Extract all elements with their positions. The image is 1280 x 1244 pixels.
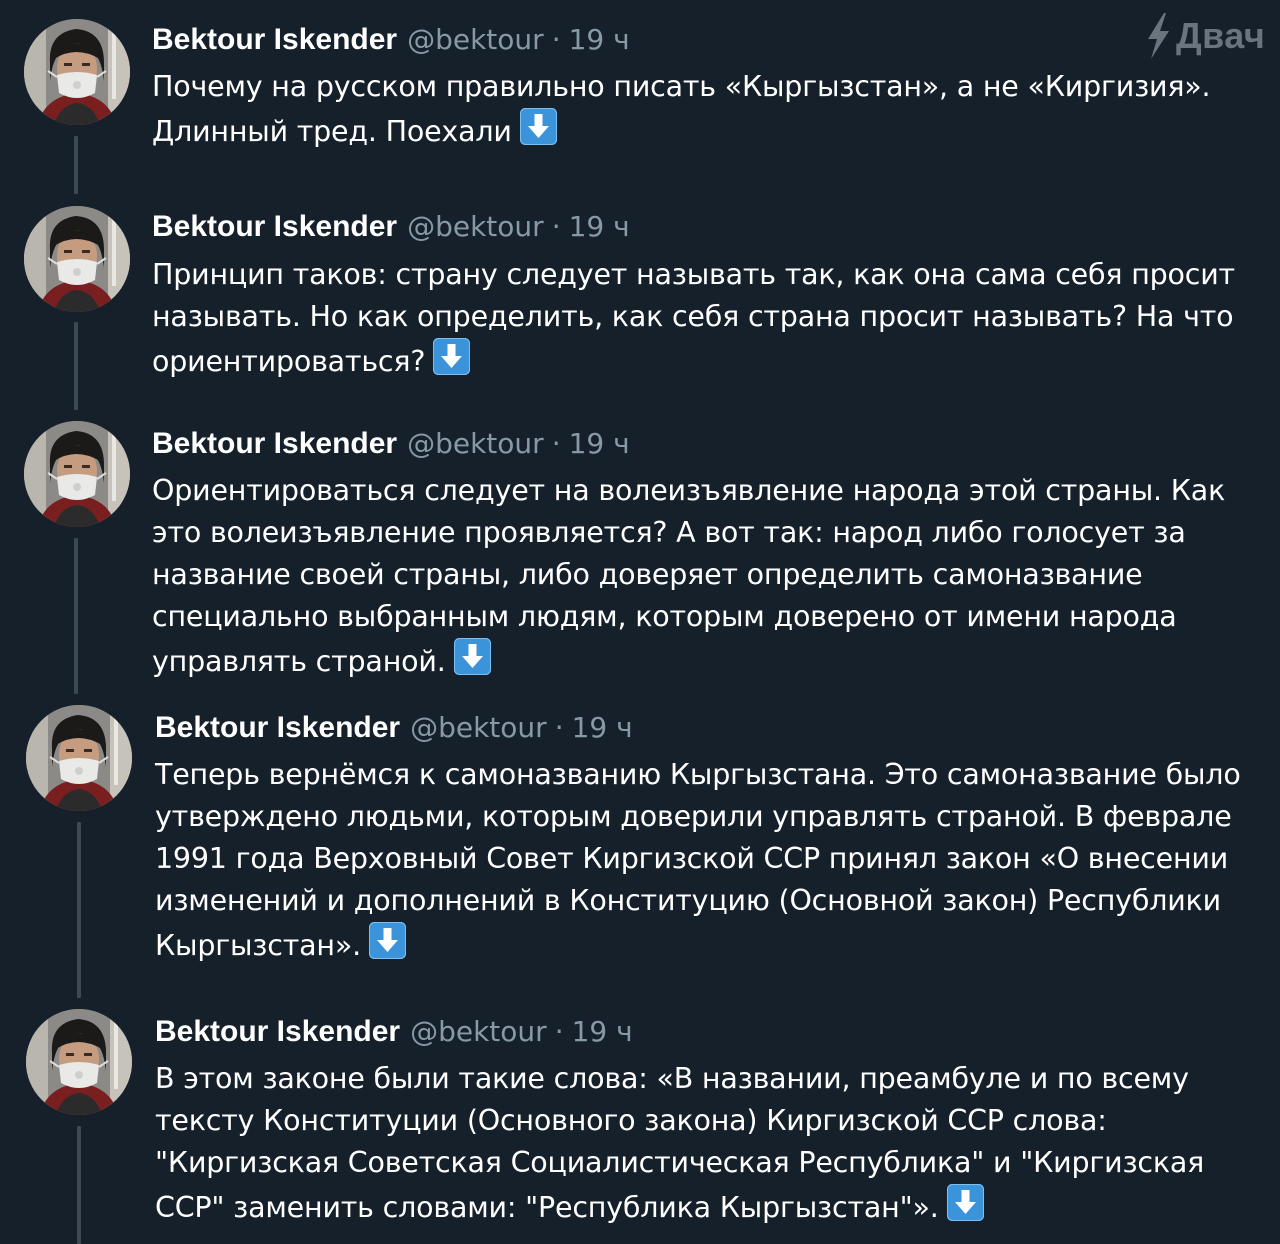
avatar-image	[24, 19, 130, 125]
tweet-time[interactable]: 19 ч	[572, 711, 633, 744]
tweet-text-content: Ориентироваться следует на волеизъявлени…	[152, 474, 1226, 678]
avatar[interactable]	[24, 421, 130, 527]
avatar[interactable]	[26, 705, 132, 811]
tweet-text-content: В этом законе были такие слова: «В назва…	[155, 1062, 1205, 1224]
tweet-text-content: Теперь вернёмся к самоназванию Кыргызста…	[155, 758, 1241, 962]
tweet-text: Почему на русском правильно писать «Кырг…	[152, 66, 1262, 153]
author-handle[interactable]: @bektour	[410, 1015, 547, 1048]
separator-dot: ·	[554, 711, 564, 744]
tweet-text: Теперь вернёмся к самоназванию Кыргызста…	[155, 754, 1265, 967]
author-handle[interactable]: @bektour	[410, 711, 547, 744]
avatar[interactable]	[24, 19, 130, 125]
tweet-text: Ориентироваться следует на волеизъявлени…	[152, 470, 1262, 683]
author-name[interactable]: Bektour Iskender	[155, 711, 400, 744]
tweet-header: Bektour Iskender @bektour · 19 ч	[155, 708, 633, 748]
separator-dot: ·	[554, 1015, 564, 1048]
author-name[interactable]: Bektour Iskender	[152, 427, 397, 460]
author-handle[interactable]: @bektour	[407, 427, 544, 460]
separator-dot: ·	[551, 427, 561, 460]
author-handle[interactable]: @bektour	[407, 23, 544, 56]
thread-line	[74, 136, 78, 194]
separator-dot: ·	[551, 23, 561, 56]
avatar-image	[24, 421, 130, 527]
thread-line	[74, 322, 78, 410]
arrow-down-emoji-icon	[520, 108, 557, 145]
avatar[interactable]	[26, 1009, 132, 1115]
tweet-time[interactable]: 19 ч	[572, 1015, 633, 1048]
author-name[interactable]: Bektour Iskender	[155, 1015, 400, 1048]
tweet-time[interactable]: 19 ч	[569, 210, 630, 243]
avatar[interactable]	[24, 206, 130, 312]
tweet-text-content: Принцип таков: страну следует называть т…	[152, 258, 1235, 378]
tweet-text: Принцип таков: страну следует называть т…	[152, 254, 1262, 383]
arrow-down-emoji-icon	[454, 638, 491, 675]
author-handle[interactable]: @bektour	[407, 210, 544, 243]
lightning-icon	[1148, 13, 1169, 59]
watermark-label: Двач	[1176, 15, 1266, 56]
tweet-text-content: Почему на русском правильно писать «Кырг…	[152, 70, 1211, 148]
tweet-header: Bektour Iskender @bektour · 19 ч	[152, 424, 630, 464]
arrow-down-emoji-icon	[369, 922, 406, 959]
tweet-header: Bektour Iskender @bektour · 19 ч	[152, 207, 630, 247]
author-name[interactable]: Bektour Iskender	[152, 23, 397, 56]
dvach-watermark: Двач	[1142, 10, 1274, 62]
thread-line	[77, 1126, 81, 1244]
tweet-time[interactable]: 19 ч	[569, 23, 630, 56]
arrow-down-emoji-icon	[433, 338, 470, 375]
tweet-text: В этом законе были такие слова: «В назва…	[155, 1058, 1235, 1229]
tweet-header: Bektour Iskender @bektour · 19 ч	[155, 1012, 633, 1052]
tweet-header: Bektour Iskender @bektour · 19 ч	[152, 20, 630, 60]
thread-line	[77, 822, 81, 998]
avatar-image	[26, 705, 132, 811]
thread-line	[74, 538, 78, 694]
separator-dot: ·	[551, 210, 561, 243]
avatar-image	[26, 1009, 132, 1115]
author-name[interactable]: Bektour Iskender	[152, 210, 397, 243]
arrow-down-emoji-icon	[947, 1184, 984, 1221]
avatar-image	[24, 206, 130, 312]
tweet-time[interactable]: 19 ч	[569, 427, 630, 460]
